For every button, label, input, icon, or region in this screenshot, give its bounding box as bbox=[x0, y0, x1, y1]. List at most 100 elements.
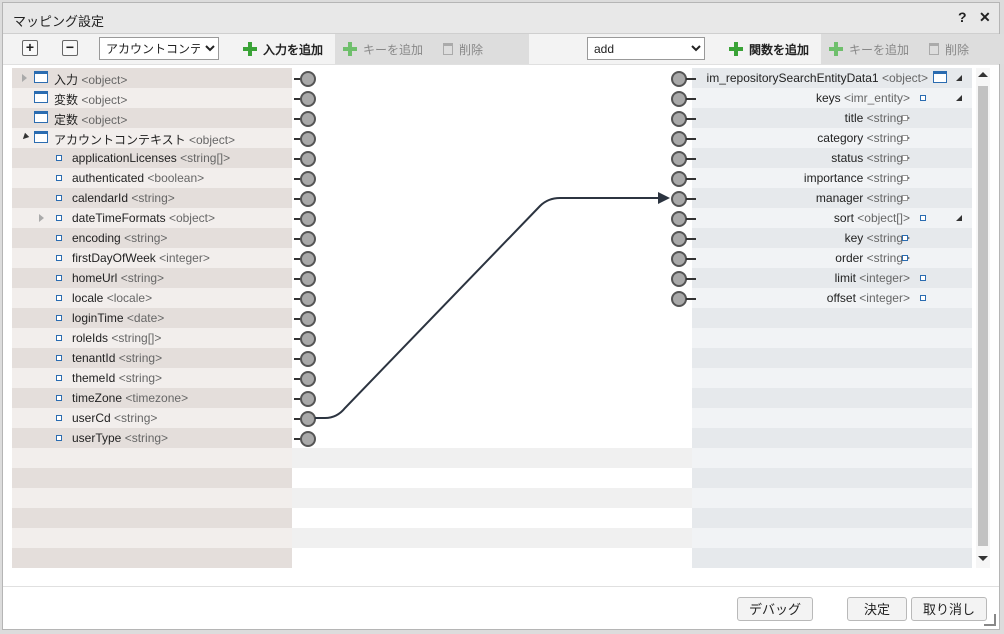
input-connector[interactable] bbox=[300, 191, 316, 207]
output-item[interactable]: im_repositorySearchEntityData1 <object> bbox=[692, 68, 972, 88]
output-item[interactable]: offset <integer> bbox=[692, 288, 972, 308]
vertical-scrollbar[interactable] bbox=[976, 68, 990, 568]
input-item[interactable]: firstDayOfWeek <integer> bbox=[12, 248, 292, 268]
input-item[interactable]: roleIds <string[]> bbox=[12, 328, 292, 348]
input-connector[interactable] bbox=[300, 351, 316, 367]
ok-button[interactable]: 決定 bbox=[847, 597, 907, 621]
plus-icon bbox=[829, 42, 843, 56]
item-name: timeZone bbox=[72, 391, 123, 405]
scroll-up-icon[interactable] bbox=[978, 72, 988, 77]
output-item[interactable]: order <string> bbox=[692, 248, 972, 268]
input-connector[interactable] bbox=[300, 411, 316, 427]
input-connector[interactable] bbox=[300, 331, 316, 347]
collapse-arrow-icon[interactable] bbox=[20, 132, 30, 142]
input-item[interactable]: themeId <string> bbox=[12, 368, 292, 388]
canvas-row bbox=[292, 408, 692, 428]
input-connector[interactable] bbox=[300, 91, 316, 107]
field-icon bbox=[56, 215, 62, 221]
output-connector[interactable] bbox=[671, 211, 687, 227]
input-item[interactable]: アカウントコンテキスト <object> bbox=[12, 128, 292, 148]
output-connector[interactable] bbox=[671, 251, 687, 267]
input-item[interactable]: userType <string> bbox=[12, 428, 292, 448]
expand-arrow-icon[interactable] bbox=[39, 214, 44, 222]
input-connector[interactable] bbox=[300, 311, 316, 327]
input-item[interactable]: 変数 <object> bbox=[12, 88, 292, 108]
field-icon bbox=[56, 335, 62, 341]
function-select[interactable]: add bbox=[587, 37, 705, 60]
input-item[interactable]: loginTime <date> bbox=[12, 308, 292, 328]
input-connector[interactable] bbox=[300, 71, 316, 87]
input-connector[interactable] bbox=[300, 291, 316, 307]
expand-all-button[interactable]: + bbox=[22, 40, 38, 56]
input-connector[interactable] bbox=[300, 371, 316, 387]
help-icon[interactable]: ? bbox=[958, 9, 967, 25]
field-icon bbox=[902, 115, 908, 121]
context-select[interactable]: アカウントコンテ bbox=[99, 37, 219, 60]
scroll-thumb[interactable] bbox=[978, 86, 988, 546]
debug-button[interactable]: デバッグ bbox=[737, 597, 813, 621]
add-key-left-button[interactable]: キーを追加 削除 bbox=[335, 34, 529, 64]
output-connector[interactable] bbox=[671, 91, 687, 107]
resize-grip-icon[interactable] bbox=[984, 614, 996, 626]
input-item[interactable]: 定数 <object> bbox=[12, 108, 292, 128]
expand-arrow-icon[interactable] bbox=[22, 74, 27, 82]
output-connector[interactable] bbox=[671, 291, 687, 307]
canvas-row bbox=[292, 468, 692, 488]
output-connector[interactable] bbox=[671, 231, 687, 247]
input-connector[interactable] bbox=[300, 111, 316, 127]
output-item[interactable]: manager <string> bbox=[692, 188, 972, 208]
output-connector[interactable] bbox=[671, 151, 687, 167]
output-item[interactable]: keys <imr_entity> bbox=[692, 88, 972, 108]
collapse-all-button[interactable]: − bbox=[62, 40, 78, 56]
output-item[interactable]: key <string> bbox=[692, 228, 972, 248]
input-connector[interactable] bbox=[300, 151, 316, 167]
input-item[interactable]: tenantId <string> bbox=[12, 348, 292, 368]
output-item[interactable]: sort <object[]> bbox=[692, 208, 972, 228]
add-key-right-button[interactable]: キーを追加 削除 bbox=[821, 34, 1004, 64]
input-item[interactable]: applicationLicenses <string[]> bbox=[12, 148, 292, 168]
output-item[interactable]: category <string> bbox=[692, 128, 972, 148]
mapping-canvas[interactable] bbox=[292, 68, 692, 568]
input-connector[interactable] bbox=[300, 171, 316, 187]
item-type: <string> bbox=[124, 431, 169, 445]
input-item[interactable]: timeZone <timezone> bbox=[12, 388, 292, 408]
add-function-button[interactable]: 関数を追加 bbox=[721, 34, 822, 64]
input-connector[interactable] bbox=[300, 251, 316, 267]
output-item[interactable]: title <string> bbox=[692, 108, 972, 128]
item-type: <integer> bbox=[159, 251, 210, 265]
input-item[interactable]: authenticated <boolean> bbox=[12, 168, 292, 188]
dialog-titlebar[interactable]: マッピング設定 ? ✕ bbox=[3, 3, 999, 34]
input-item[interactable]: userCd <string> bbox=[12, 408, 292, 428]
input-item[interactable]: encoding <string> bbox=[12, 228, 292, 248]
connector-stub bbox=[686, 258, 696, 260]
output-item[interactable]: importance <string> bbox=[692, 168, 972, 188]
output-item[interactable]: limit <integer> bbox=[692, 268, 972, 288]
scroll-down-icon[interactable] bbox=[978, 556, 988, 561]
input-connector[interactable] bbox=[300, 211, 316, 227]
output-connector[interactable] bbox=[671, 111, 687, 127]
output-connector[interactable] bbox=[671, 171, 687, 187]
menu-corner-icon[interactable] bbox=[956, 95, 962, 101]
input-item[interactable]: 入力 <object> bbox=[12, 68, 292, 88]
output-connector[interactable] bbox=[671, 71, 687, 87]
close-icon[interactable]: ✕ bbox=[979, 9, 991, 26]
input-item[interactable]: calendarId <string> bbox=[12, 188, 292, 208]
add-input-button[interactable]: 入力を追加 bbox=[235, 34, 336, 64]
input-connector[interactable] bbox=[300, 131, 316, 147]
output-connector[interactable] bbox=[671, 271, 687, 287]
cancel-button[interactable]: 取り消し bbox=[911, 597, 987, 621]
input-connector[interactable] bbox=[300, 391, 316, 407]
item-name: limit bbox=[834, 271, 856, 285]
output-connector[interactable] bbox=[671, 131, 687, 147]
input-item[interactable]: locale <locale> bbox=[12, 288, 292, 308]
input-item[interactable]: dateTimeFormats <object> bbox=[12, 208, 292, 228]
input-connector[interactable] bbox=[300, 431, 316, 447]
menu-corner-icon[interactable] bbox=[956, 75, 962, 81]
output-connector[interactable] bbox=[671, 191, 687, 207]
input-connector[interactable] bbox=[300, 231, 316, 247]
output-item[interactable]: status <string> bbox=[692, 148, 972, 168]
input-connector[interactable] bbox=[300, 271, 316, 287]
input-item[interactable]: homeUrl <string> bbox=[12, 268, 292, 288]
menu-corner-icon[interactable] bbox=[956, 215, 962, 221]
connector-stub bbox=[686, 178, 696, 180]
